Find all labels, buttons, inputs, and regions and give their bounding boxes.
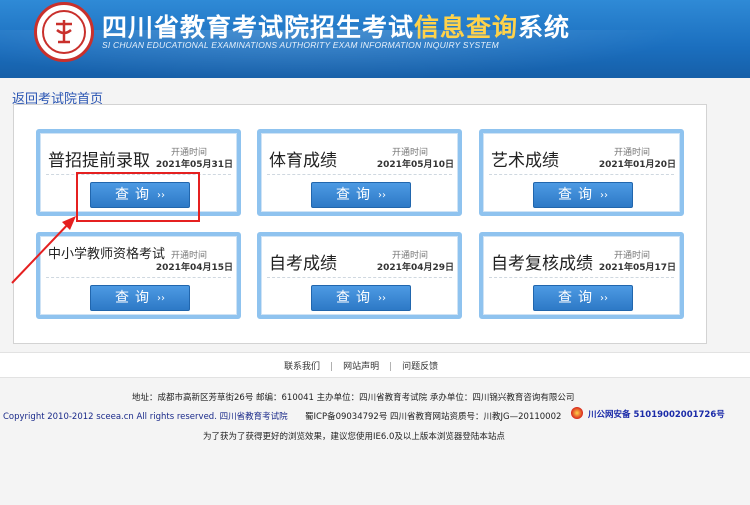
open-time-date: 2021年04月15日 <box>155 263 233 273</box>
double-chevron-right-icon: ›› <box>600 190 608 201</box>
query-button-self-study-score[interactable]: 查询 ›› <box>311 285 411 311</box>
site-title-en: SI CHUAN EDUCATIONAL EXAMINATIONS AUTHOR… <box>102 40 499 50</box>
double-chevron-right-icon: ›› <box>378 190 386 201</box>
site-statement-link[interactable]: 网站声明 <box>343 362 379 372</box>
link-separator: | <box>389 362 393 372</box>
card-divider <box>489 174 674 175</box>
double-chevron-right-icon: ›› <box>600 293 608 304</box>
card-title: 中小学教师资格考试 <box>48 247 166 262</box>
police-badge-icon <box>571 407 583 419</box>
query-button-sports-score[interactable]: 查询 ›› <box>311 182 411 208</box>
query-button-label: 查询 <box>336 187 376 203</box>
card-teacher-qualification: 中小学教师资格考试 开通时间 2021年04月15日 查询 ›› <box>36 232 241 319</box>
footer-police-record: 川公网安备 51019002001726号 <box>588 410 725 420</box>
card-title: 自考复核成绩 <box>491 254 593 274</box>
card-title: 自考成绩 <box>269 254 337 274</box>
footer-icp: 蜀ICP备09034792号 四川省教育网站资质号：川教JG—20110002 <box>305 412 562 422</box>
title-part1: 四川省教育考试院招生考试 <box>102 13 415 42</box>
card-self-study-score: 自考成绩 开通时间 2021年04月29日 查询 ›› <box>257 232 462 319</box>
query-panel: 普招提前录取 开通时间 2021年05月31日 查询 ›› 体育成绩 开通时间 2… <box>13 104 707 344</box>
footer-browser-note: 为了获为了获得更好的浏览效果，建议您使用IE6.0及以上版本浏览器登陆本站点 <box>203 432 505 442</box>
card-divider <box>267 277 452 278</box>
card-title: 体育成绩 <box>269 151 337 171</box>
title-highlight: 信息查询 <box>414 13 519 42</box>
card-title: 普招提前录取 <box>48 151 150 171</box>
open-time-date: 2021年05月31日 <box>155 160 233 170</box>
double-chevron-right-icon: ›› <box>157 293 165 304</box>
query-button-label: 查询 <box>336 290 376 306</box>
footer-links: 联系我们 | 网站声明 | 问题反馈 <box>284 359 438 372</box>
card-art-score: 艺术成绩 开通时间 2021年01月20日 查询 ›› <box>479 129 684 216</box>
open-time-date: 2021年05月17日 <box>598 263 676 273</box>
authority-seal-icon <box>34 2 94 62</box>
double-chevron-right-icon: ›› <box>378 293 386 304</box>
query-button-teacher-qualification[interactable]: 查询 ›› <box>90 285 190 311</box>
annotation-highlight-box <box>76 172 200 222</box>
query-button-label: 查询 <box>558 290 598 306</box>
site-title: 四川省教育考试院招生考试信息查询系统 <box>102 8 570 44</box>
link-separator: | <box>330 362 334 372</box>
contact-us-link[interactable]: 联系我们 <box>284 362 320 372</box>
title-part3: 系统 <box>518 13 571 42</box>
feedback-link[interactable]: 问题反馈 <box>402 362 438 372</box>
card-divider <box>46 277 231 278</box>
query-button-label: 查询 <box>115 290 155 306</box>
open-time-date: 2021年01月20日 <box>598 160 676 170</box>
card-title: 艺术成绩 <box>491 151 559 171</box>
card-sports-score: 体育成绩 开通时间 2021年05月10日 查询 ›› <box>257 129 462 216</box>
query-button-art-score[interactable]: 查询 ›› <box>533 182 633 208</box>
footer-copyright: Copyright 2010-2012 sceea.cn All rights … <box>3 412 288 422</box>
card-divider <box>489 277 674 278</box>
card-divider <box>267 174 452 175</box>
site-header: 四川省教育考试院招生考试信息查询系统 SI CHUAN EDUCATIONAL … <box>0 0 750 78</box>
query-button-label: 查询 <box>558 187 598 203</box>
query-button-self-study-review[interactable]: 查询 ›› <box>533 285 633 311</box>
seal-glyph-icon <box>53 18 75 44</box>
open-time-date: 2021年04月29日 <box>376 263 454 273</box>
open-time-date: 2021年05月10日 <box>376 160 454 170</box>
footer-address: 地址：成都市高新区芳草街26号 邮编：610041 主办单位：四川省教育考试院 … <box>132 393 575 403</box>
footer-links-bar: 联系我们 | 网站声明 | 问题反馈 <box>0 352 750 378</box>
card-self-study-review: 自考复核成绩 开通时间 2021年05月17日 查询 ›› <box>479 232 684 319</box>
